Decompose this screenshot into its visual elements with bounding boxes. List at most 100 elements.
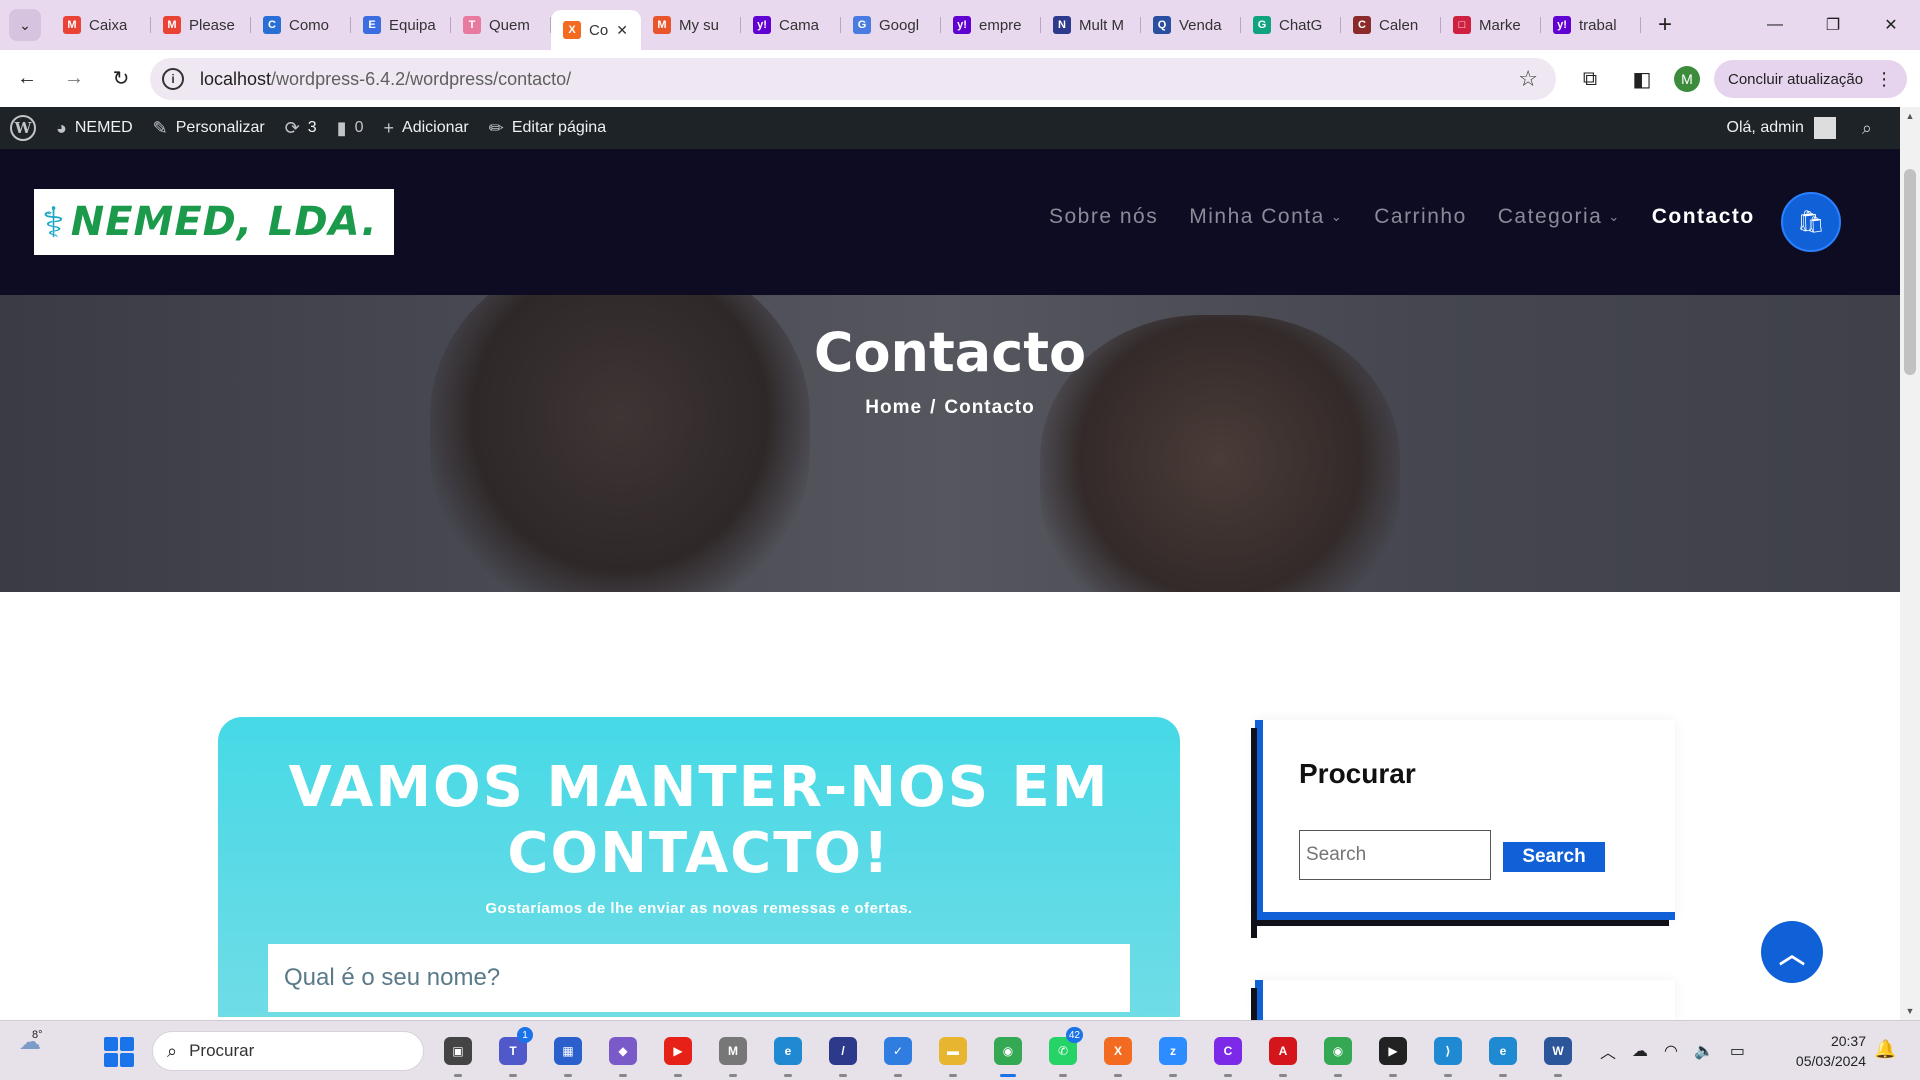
taskbar-app-word[interactable]: W [1536, 1029, 1580, 1077]
taskbar-app-acrobat[interactable]: A [1261, 1029, 1305, 1077]
browser-tab[interactable]: C Como [251, 7, 351, 43]
page-scrollbar[interactable]: ▲ ▼ [1900, 107, 1920, 1020]
taskbar-app-chrome[interactable]: ◉ [986, 1029, 1030, 1077]
admin-customize[interactable]: ✎ Personalizar [153, 118, 265, 139]
extensions-icon[interactable]: ⧉ [1570, 59, 1610, 99]
plus-icon: + [383, 117, 395, 138]
forward-icon[interactable]: → [54, 59, 94, 99]
notification-bell-icon[interactable]: 🔔 [1874, 1039, 1896, 1060]
browser-tab[interactable]: X Co ✕ [551, 10, 641, 50]
site-info-icon[interactable]: i [162, 68, 184, 90]
nav-item-contacto[interactable]: Contacto [1652, 205, 1755, 229]
browser-tab[interactable]: □ Marke [1441, 7, 1541, 43]
admin-updates[interactable]: ⟳ 3 [285, 118, 317, 139]
taskbar-app-xampp[interactable]: X [1096, 1029, 1140, 1077]
site-logo[interactable]: ⚕ NEMED, LDA. [34, 189, 394, 255]
taskbar-app-microsoft-store[interactable]: ▦ [546, 1029, 590, 1077]
browser-tab[interactable]: G ChatG [1241, 7, 1341, 43]
browser-tab[interactable]: y! empre [941, 7, 1041, 43]
wifi-icon[interactable]: ◠ [1664, 1041, 1678, 1061]
tab-favicon-icon: □ [1453, 16, 1471, 34]
browser-tab[interactable]: M My su [641, 7, 741, 43]
nav-item-categoria[interactable]: Categoria ⌄ [1498, 205, 1621, 229]
taskbar-app-zoom[interactable]: z [1151, 1029, 1195, 1077]
browser-tab[interactable]: C Calen [1341, 7, 1441, 43]
tab-search-button[interactable]: ⌄ [9, 9, 41, 41]
running-indicator [1389, 1074, 1397, 1077]
taskbar-app-vs-app[interactable]: / [821, 1029, 865, 1077]
browser-tab[interactable]: G Googl [841, 7, 941, 43]
close-window-icon[interactable]: ✕ [1862, 0, 1920, 50]
minimize-icon[interactable]: — [1746, 0, 1804, 50]
menu-dots-icon[interactable]: ⋮ [1875, 69, 1893, 90]
back-icon[interactable]: ← [7, 59, 47, 99]
shopping-bag-icon[interactable]: 🛍 [1781, 192, 1841, 252]
restore-icon[interactable]: ❐ [1804, 0, 1862, 50]
browser-tab[interactable]: N Mult M [1041, 7, 1141, 43]
browser-tab[interactable]: T Quem [451, 7, 551, 43]
browser-tab[interactable]: M Please [151, 7, 251, 43]
bookmark-star-icon[interactable]: ☆ [1518, 66, 1538, 92]
reload-icon[interactable]: ↻ [101, 59, 141, 99]
taskbar-app-todo[interactable]: ✓ [876, 1029, 920, 1077]
taskbar-app-m-app[interactable]: M [711, 1029, 755, 1077]
taskbar-search[interactable]: ⌕ Procurar [152, 1031, 424, 1071]
nav-item-sobre-n-s[interactable]: Sobre nós [1049, 205, 1158, 229]
browser-tab[interactable]: M Caixa [51, 7, 151, 43]
browser-tab[interactable]: Q Venda [1141, 7, 1241, 43]
search-input[interactable] [1299, 830, 1491, 880]
side-panel-icon[interactable]: ◧ [1622, 59, 1662, 99]
tab-favicon-icon: T [463, 16, 481, 34]
taskbar-app-media-player[interactable]: ▶ [1371, 1029, 1415, 1077]
taskbar-app-copilot[interactable]: ◆ [601, 1029, 645, 1077]
chevron-up-icon[interactable]: ︿ [1600, 1039, 1616, 1063]
taskbar-app-edge[interactable]: e [766, 1029, 810, 1077]
back-to-top-button[interactable]: ︿ [1761, 921, 1823, 983]
nav-item-carrinho[interactable]: Carrinho [1374, 205, 1467, 229]
tab-title: Cama [779, 16, 820, 34]
tab-title: Marke [1479, 16, 1521, 34]
taskbar-app-vscode[interactable]: ⟩ [1426, 1029, 1470, 1077]
browser-tab[interactable]: y! Cama [741, 7, 841, 43]
url-text[interactable]: localhost/wordpress-6.4.2/wordpress/cont… [200, 69, 571, 90]
pencil-icon: ✏ [488, 117, 504, 138]
new-tab-button[interactable]: + [1649, 9, 1681, 41]
browser-tab[interactable]: E Equipa [351, 7, 451, 43]
taskbar-app-youtube[interactable]: ▶ [656, 1029, 700, 1077]
profile-avatar[interactable]: M [1674, 66, 1700, 92]
admin-edit-page[interactable]: ✏ Editar página [489, 118, 606, 139]
todo-icon: ✓ [884, 1037, 912, 1065]
taskbar-app-whatsapp[interactable]: ✆ 42 [1041, 1027, 1085, 1077]
scroll-thumb[interactable] [1904, 169, 1916, 375]
onedrive-icon[interactable]: ☁ [1632, 1041, 1648, 1061]
taskbar-app-folder[interactable]: ▬ [931, 1029, 975, 1077]
breadcrumb-home-link[interactable]: Home [865, 397, 922, 418]
admin-add-new[interactable]: + Adicionar [384, 118, 469, 139]
scroll-up-icon[interactable]: ▲ [1900, 111, 1920, 121]
admin-comments[interactable]: ▮ 0 [337, 118, 364, 139]
taskbar-app-canva[interactable]: C [1206, 1029, 1250, 1077]
browser-tab[interactable]: y! trabal [1541, 7, 1641, 43]
search-button[interactable]: Search [1503, 842, 1605, 872]
start-button[interactable] [104, 1037, 134, 1067]
admin-search-icon[interactable]: ⌕ [1862, 118, 1872, 139]
address-bar[interactable]: i localhost/wordpress-6.4.2/wordpress/co… [150, 58, 1556, 100]
scroll-down-icon[interactable]: ▼ [1900, 1006, 1920, 1016]
admin-greeting[interactable]: Olá, admin [1727, 119, 1804, 137]
nav-item-minha-conta[interactable]: Minha Conta ⌄ [1189, 205, 1343, 229]
battery-icon[interactable]: ▭ [1730, 1041, 1745, 1061]
taskbar-app-chrome-profile[interactable]: ◉ [1316, 1029, 1360, 1077]
name-input[interactable] [268, 944, 1130, 1012]
taskbar-clock[interactable]: 20:37 05/03/2024 [1786, 1031, 1866, 1071]
admin-site-name[interactable]: ◕ NEMED [56, 118, 133, 139]
taskbar-app-file-explorer-alt[interactable]: ▣ [436, 1029, 480, 1077]
wordpress-logo-icon[interactable]: W [10, 115, 36, 141]
tab-close-icon[interactable]: ✕ [616, 22, 628, 39]
taskbar-app-teams[interactable]: T1 [491, 1027, 535, 1077]
weather-widget[interactable]: ☁ 8° [10, 1029, 50, 1073]
update-button[interactable]: Concluir atualização ⋮ [1714, 60, 1908, 98]
volume-icon[interactable]: 🔈 [1694, 1041, 1714, 1061]
admin-avatar[interactable] [1813, 117, 1836, 139]
taskbar-app-edge-dev[interactable]: e [1481, 1029, 1525, 1077]
tab-favicon-icon: G [1253, 16, 1271, 34]
